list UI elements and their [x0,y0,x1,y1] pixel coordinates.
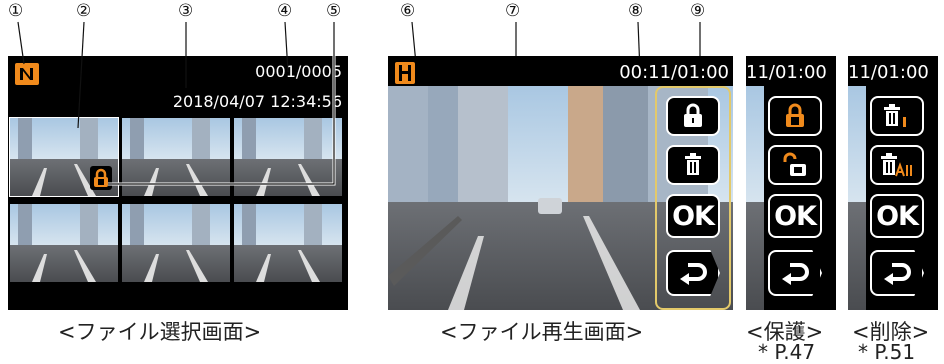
back-icon [782,263,809,285]
file-play-caption: <ファイル再生画面> [440,320,644,344]
lock-icon [786,103,804,127]
trash-one-icon [884,104,906,127]
file-play-screen: 00:11/01:00 OK [388,56,733,310]
trash-all-icon [881,153,912,177]
protect-time: 11/01:00 [746,62,827,83]
unlock-icon [783,152,806,176]
back-icon [884,263,911,285]
delete-back-button[interactable] [870,250,924,296]
delete-all-button[interactable] [870,145,924,185]
ok-button[interactable]: OK [666,194,720,238]
file-select-caption: <ファイル選択画面> [58,320,262,344]
protect-on-button[interactable] [768,96,822,136]
playback-time: 00:11/01:00 [619,62,729,83]
delete-one-button[interactable] [870,96,924,136]
delete-page-ref: * P.51 [858,340,916,364]
protect-back-button[interactable] [768,250,822,296]
protect-off-button[interactable] [768,145,822,185]
back-button[interactable] [666,250,720,296]
back-icon [680,263,707,285]
protected-file-icon [395,62,415,84]
protect-button[interactable] [666,96,720,136]
lock-icon [684,103,702,127]
delete-button[interactable] [666,145,720,185]
protect-page-ref: * P.47 [758,340,816,364]
trash-icon [685,153,701,175]
protect-ok-button[interactable]: OK [768,194,822,238]
delete-ok-button[interactable]: OK [870,194,924,238]
protect-screen: 11/01:00 OK [746,56,836,310]
delete-time: 11/01:00 [848,62,929,83]
delete-screen: 11/01:00 OK [848,56,938,310]
